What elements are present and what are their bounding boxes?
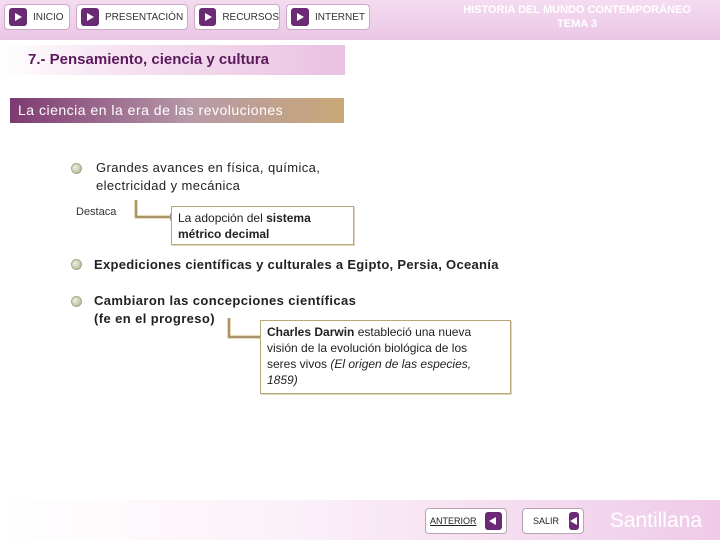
box-bold-text: sistema	[266, 211, 311, 225]
box-bold-text: métrico decimal	[178, 227, 270, 241]
nav-recursos-button[interactable]: RECURSOS	[194, 4, 280, 30]
anterior-button[interactable]: ANTERIOR	[425, 508, 507, 534]
bullet-icon	[71, 163, 82, 174]
destaca-label: Destaca	[76, 206, 117, 218]
bullet-text-line: Cambiaron las concepciones científicas	[94, 293, 357, 308]
salir-label: SALIR	[533, 516, 560, 526]
nav-internet-button[interactable]: INTERNET	[286, 4, 370, 30]
connector-arrow-icon	[134, 200, 175, 221]
metric-system-box: La adopción del sistema métrico decimal	[171, 206, 354, 245]
bullet-text-line: electricidad y mecánica	[96, 178, 241, 193]
box-text: visión de la evolución biológica de los	[267, 341, 468, 355]
subject-heading: HISTORIA DEL MUNDO CONTEMPORÁNEO TEMA 3	[442, 3, 712, 31]
play-arrow-icon	[9, 8, 27, 26]
bullet-physics-chemistry: Grandes avances en física, química, elec…	[96, 159, 320, 195]
nav-presentacion-label: PRESENTACIÓN	[105, 11, 184, 23]
santillana-logo: Santillana	[609, 509, 702, 532]
box-bold-text: Charles Darwin	[267, 325, 355, 339]
box-italic-text: 1859)	[267, 373, 298, 387]
back-arrow-icon	[484, 512, 502, 530]
bullet-expeditions: Expediciones científicas y culturales a …	[94, 257, 499, 272]
nav-recursos-label: RECURSOS	[222, 11, 279, 23]
subject-topic: TEMA 3	[557, 18, 597, 30]
section-title: 7.- Pensamiento, ciencia y cultura	[28, 51, 269, 68]
nav-internet-label: INTERNET	[315, 11, 365, 23]
back-arrow-icon	[569, 512, 580, 530]
bullet-text-line: Grandes avances en física, química,	[96, 160, 321, 175]
box-italic-text: (El origen de las especies,	[330, 357, 472, 371]
play-arrow-icon	[81, 8, 99, 26]
salir-button[interactable]: SALIR	[522, 508, 584, 534]
play-arrow-icon	[291, 8, 309, 26]
bullet-icon	[71, 296, 82, 307]
darwin-box: Charles Darwin estableció una nueva visi…	[260, 320, 511, 394]
subject-title: HISTORIA DEL MUNDO CONTEMPORÁNEO	[463, 4, 691, 16]
play-arrow-icon	[199, 8, 217, 26]
box-text: seres vivos	[267, 357, 331, 371]
nav-inicio-button[interactable]: INICIO	[4, 4, 70, 30]
anterior-label: ANTERIOR	[430, 516, 477, 526]
box-text: La adopción del	[178, 211, 267, 225]
section-subtitle: La ciencia en la era de las revoluciones	[18, 102, 284, 118]
box-text: estableció una nueva	[354, 325, 472, 339]
bullet-icon	[71, 259, 82, 270]
nav-inicio-label: INICIO	[33, 11, 64, 23]
nav-presentacion-button[interactable]: PRESENTACIÓN	[76, 4, 188, 30]
